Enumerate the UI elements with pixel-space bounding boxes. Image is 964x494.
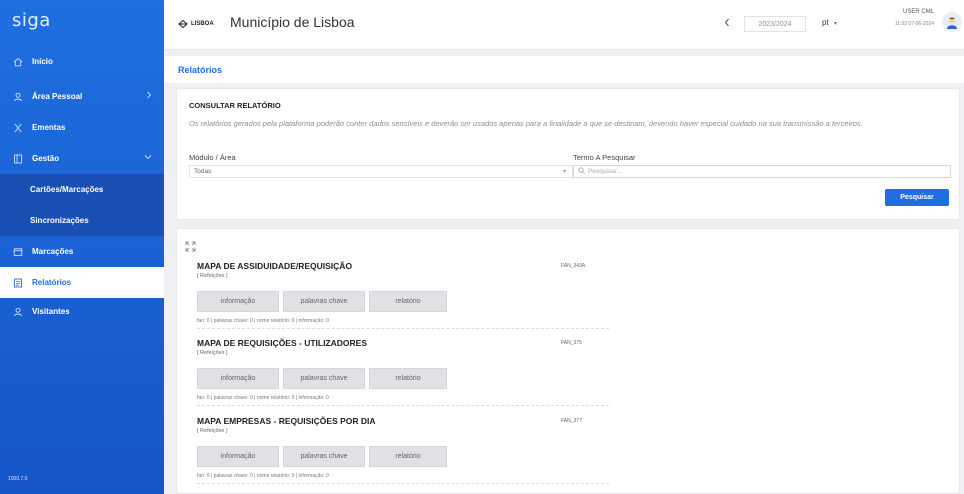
sidebar-item-inicio[interactable]: Início	[0, 46, 164, 77]
report-code: FAN_375	[561, 340, 582, 346]
chevron-down-icon: ▾	[562, 169, 566, 175]
search-input[interactable]: Pesquisar...	[573, 165, 951, 178]
folder-icon	[12, 153, 24, 165]
sidebar-item-gestao[interactable]: Gestão	[0, 143, 164, 174]
sidebar-item-label: Visitantes	[32, 307, 70, 316]
top-header: LISBOA Município de Lisboa 2023/2024 pt …	[164, 0, 964, 50]
report-code: FAN_377	[561, 418, 582, 424]
module-select-value: Todas	[194, 168, 212, 175]
report-stats: fan: 0 | palavras chave: 0 | nome relató…	[197, 318, 329, 324]
expand-icon[interactable]	[185, 239, 196, 257]
divider	[197, 483, 609, 484]
report-button[interactable]: relatório	[369, 368, 447, 389]
sidebar-item-label: Marcações	[32, 247, 74, 256]
information-button[interactable]: informação	[197, 446, 279, 467]
report-category: [ Refeições ]	[197, 350, 228, 356]
keywords-button[interactable]: palavras chave	[283, 368, 365, 389]
report-icon	[12, 277, 24, 289]
report-list: MAPA DE ASSIDUIDADE/REQUISIÇÃO FAN_343A …	[176, 228, 960, 494]
sidebar-item-relatorios[interactable]: Relatórios	[0, 267, 164, 298]
report-category: [ Refeições ]	[197, 273, 228, 279]
page-header-title: Município de Lisboa	[230, 14, 355, 30]
page-title: Relatórios	[178, 65, 223, 75]
chevron-down-icon: ▾	[833, 21, 837, 27]
report-stats: fan: 0 | palavras chave: 0 | nome relató…	[197, 395, 329, 401]
sidebar-item-area-pessoal[interactable]: Área Pessoal	[0, 81, 164, 112]
report-button[interactable]: relatório	[369, 446, 447, 467]
brand-logo[interactable]: siga	[0, 0, 164, 46]
chevron-down-icon	[144, 153, 152, 162]
report-category: [ Refeições ]	[197, 428, 228, 434]
chevron-right-icon	[146, 91, 152, 101]
keywords-button[interactable]: palavras chave	[283, 446, 365, 467]
search-term-label: Termo A Pesquisar	[573, 153, 636, 162]
sidebar-item-cartoes-marcacoes[interactable]: Cartões/Marcações	[0, 174, 164, 205]
language-selector[interactable]: pt ▾	[822, 18, 837, 27]
card-heading: CONSULTAR RELATÓRIO	[189, 101, 281, 110]
sidebar-item-label: Ementas	[32, 123, 66, 132]
divider	[197, 405, 609, 406]
report-search-card: CONSULTAR RELATÓRIO Os relatórios gerado…	[176, 88, 960, 220]
calendar-icon	[12, 246, 24, 258]
municipality-logo: LISBOA	[178, 19, 214, 29]
chevron-left-icon	[724, 18, 729, 27]
report-title: MAPA DE REQUISIÇÕES - UTILIZADORES	[197, 338, 368, 348]
session-datetime: 11:52 07-06-2024	[894, 21, 934, 27]
search-placeholder: Pesquisar...	[588, 168, 622, 175]
language-value: pt	[822, 18, 829, 27]
report-code: FAN_343A	[561, 263, 586, 269]
sidebar-item-label: Gestão	[32, 154, 60, 163]
sidebar: siga Início Área Pessoal Ementas Gestão …	[0, 0, 164, 494]
report-stats: fan: 0 | palavras chave: 0 | nome relató…	[197, 473, 329, 479]
visitors-icon	[12, 306, 24, 318]
user-avatar-icon	[947, 17, 957, 29]
previous-year-button[interactable]	[724, 18, 730, 30]
ship-logo-icon	[178, 19, 188, 29]
report-title: MAPA EMPRESAS - REQUISIÇÕES POR DIA	[197, 416, 376, 426]
utensils-icon	[12, 122, 24, 134]
module-select[interactable]: Todas ▾	[189, 165, 573, 178]
divider	[197, 328, 609, 329]
logo-text: LISBOA	[191, 21, 214, 27]
report-title: MAPA DE ASSIDUIDADE/REQUISIÇÃO	[197, 261, 353, 271]
sidebar-item-marcacoes[interactable]: Marcações	[0, 236, 164, 267]
page-title-bar: Relatórios	[164, 56, 964, 83]
information-button[interactable]: informação	[197, 291, 279, 312]
sidebar-item-label: Relatórios	[32, 278, 72, 287]
version-label: 1000.7.0	[8, 476, 28, 482]
module-label: Módulo / Área	[189, 153, 236, 162]
information-button[interactable]: informação	[197, 368, 279, 389]
report-button[interactable]: relatório	[369, 291, 447, 312]
user-name: USER CML	[902, 9, 934, 15]
sidebar-item-label: Sincronizações	[30, 216, 89, 225]
home-icon	[12, 56, 24, 68]
user-icon	[12, 91, 24, 103]
keywords-button[interactable]: palavras chave	[283, 291, 365, 312]
sidebar-item-ementas[interactable]: Ementas	[0, 112, 164, 143]
search-icon	[578, 167, 585, 176]
privacy-notice: Os relatórios gerados pela plataforma po…	[189, 119, 863, 128]
sidebar-item-visitantes[interactable]: Visitantes	[0, 296, 164, 327]
search-button[interactable]: Pesquisar	[885, 189, 949, 206]
sidebar-item-label: Início	[32, 57, 53, 66]
avatar[interactable]	[942, 12, 962, 32]
sidebar-item-label: Cartões/Marcações	[30, 185, 104, 194]
sidebar-item-sincronizacoes[interactable]: Sincronizações	[0, 205, 164, 236]
sidebar-item-label: Área Pessoal	[32, 92, 83, 101]
school-year-selector[interactable]: 2023/2024	[744, 16, 806, 32]
